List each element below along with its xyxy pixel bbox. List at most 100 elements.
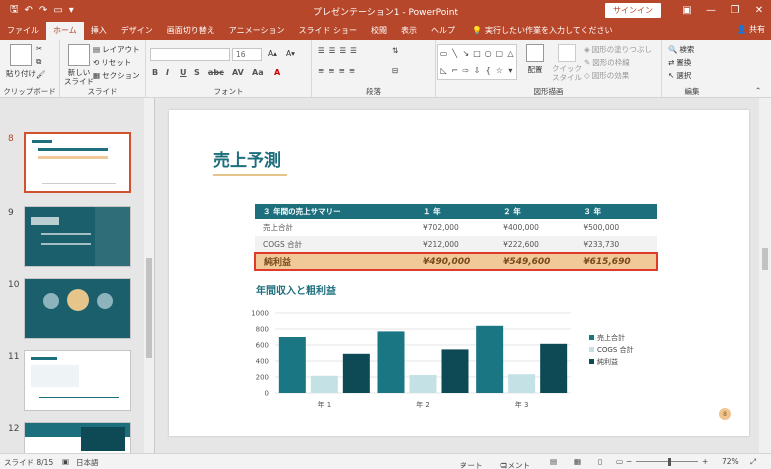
tab-home[interactable]: ホーム [46,22,84,40]
zoom-slider[interactable] [636,461,698,462]
down-arrow-icon[interactable]: ⇩ [474,66,481,75]
tab-view[interactable]: 表示 [394,22,424,40]
normal-view-icon[interactable]: ▤ [550,457,557,466]
zoom-out-icon[interactable]: − [626,457,632,466]
redo-icon[interactable]: ↷ [39,5,47,16]
thumbnail-scroll-thumb[interactable] [146,258,152,358]
tab-animations[interactable]: アニメーション [222,22,292,40]
reading-view-icon[interactable]: ▯ [598,457,602,466]
slide-thumb-9[interactable] [24,206,131,267]
close-icon[interactable]: ✕ [747,0,771,20]
ribbon-options-icon[interactable]: ▣ [675,0,699,20]
align-text-icon[interactable]: ⊟ [392,66,398,75]
quick-style-button[interactable]: クイック スタイル [552,44,582,82]
tab-design[interactable]: デザイン [114,22,160,40]
new-slide-button[interactable]: 新しい スライド [64,44,94,86]
shadow-icon[interactable]: S [194,68,200,77]
net-profit-row[interactable]: 純利益 ¥490,000 ¥549,600 ¥615,690 [254,252,658,271]
layout-button[interactable]: ▤ レイアウト [93,44,140,55]
tab-insert[interactable]: 挿入 [84,22,114,40]
editor-scroll-thumb[interactable] [762,248,768,270]
shapes-gallery[interactable]: ▭ ╲ ↘ □ ○ ▢ △ ◺ ⌐ ⇨ ⇩ { ☆ ▾ [437,44,517,80]
textbox-shape-icon[interactable]: ▭ [440,49,448,58]
triangle-shape-icon[interactable]: △ [507,49,513,58]
cut-icon[interactable]: ✂ [36,44,42,53]
replace-button[interactable]: ⇄ 置換 [668,57,691,68]
sorter-view-icon[interactable]: ▦ [574,457,581,466]
tab-review[interactable]: 校閲 [364,22,394,40]
tell-me-box[interactable]: 💡 実行したい作業を入力してください [462,22,613,40]
language-indicator[interactable]: 日本語 [76,457,99,468]
line-shape-icon[interactable]: ╲ [452,49,457,58]
slide-thumb-11[interactable] [24,350,131,411]
brace-shape-icon[interactable]: { [486,66,491,75]
rect-shape-icon[interactable]: □ [473,49,481,58]
current-slide[interactable]: 売上予測 ３ 年間の売上サマリー １ 年 ２ 年 ３ 年 売上合計 ¥702,0… [169,110,749,436]
slideshow-view-icon[interactable]: ▭ [616,457,623,466]
zoom-level[interactable]: 72% [722,457,739,466]
block-arrow-icon[interactable]: ⇨ [463,66,470,75]
copy-icon[interactable]: ⧉ [36,57,41,67]
new-slide-icon [68,44,90,66]
find-button[interactable]: 🔍 検索 [668,44,694,55]
select-button[interactable]: ↖ 選択 [668,70,691,81]
summary-table[interactable]: ３ 年間の売上サマリー １ 年 ２ 年 ３ 年 売上合計 ¥702,000 ¥4… [254,204,658,271]
more-shapes-icon[interactable]: ▾ [508,66,512,75]
tab-help[interactable]: ヘルプ [424,22,462,40]
thumbnail-scrollbar[interactable] [144,98,154,453]
italic-icon[interactable]: I [166,68,169,77]
font-color-icon[interactable]: A [274,68,280,77]
connector-shape-icon[interactable]: ⌐ [451,66,458,75]
collapse-ribbon-icon[interactable]: ⌃ [755,86,761,95]
undo-icon[interactable]: ↶ [25,5,33,16]
bold-icon[interactable]: B [152,68,158,77]
text-direction-icon[interactable]: ⇅ [392,46,398,55]
tab-transitions[interactable]: 画面切り替え [160,22,222,40]
save-icon[interactable]: 🖫 [10,2,19,19]
reset-button[interactable]: ⟲ リセット [93,57,131,68]
paste-button[interactable]: 貼り付け [6,44,36,79]
restore-icon[interactable]: ❐ [723,0,747,20]
slide-thumb-10[interactable] [24,278,131,339]
oval-shape-icon[interactable]: ○ [485,49,492,58]
shrink-font-icon[interactable]: A▾ [286,49,295,58]
underline-icon[interactable]: U [180,68,187,77]
zoom-slider-knob[interactable] [668,458,671,466]
slide-title[interactable]: 売上予測 [213,146,281,171]
strikethrough-icon[interactable]: abc [208,68,224,77]
bar-chart[interactable]: 0 200 400 600 800 1000 年 1 年 2 年 3 売上合計 COGS 合計純利益 [239,305,679,410]
slide-thumb-12[interactable] [24,422,131,453]
zoom-in-icon[interactable]: + [702,457,708,466]
section-button[interactable]: ▦ セクション [93,70,140,81]
roundrect-shape-icon[interactable]: ▢ [495,49,503,58]
editor-scrollbar[interactable] [759,98,771,453]
bar [409,375,437,393]
tab-slideshow[interactable]: スライド ショー [291,22,364,40]
thumb-avatar [43,293,59,309]
font-size-input[interactable]: 16 [232,48,262,61]
align-icons[interactable]: ≡≡≡≡ [318,66,359,75]
shape-outline-button[interactable]: ✎ 図形の枠線 [584,57,630,68]
grow-font-icon[interactable]: A▴ [268,49,277,58]
share-button[interactable]: 👤 共有 [736,24,765,35]
tab-file[interactable]: ファイル [0,22,46,40]
shape-fill-button[interactable]: ◈ 図形の塗りつぶし [584,44,652,55]
table-cell: ¥615,690 [575,252,658,271]
rtriangle-shape-icon[interactable]: ◺ [440,66,446,75]
spellcheck-icon[interactable]: ▣ [62,457,69,466]
star-shape-icon[interactable]: ☆ [496,66,503,75]
font-name-input[interactable] [150,48,230,61]
format-painter-icon[interactable]: 🖌 [36,70,46,79]
fit-slide-icon[interactable]: ⤢ [750,457,756,467]
char-spacing-icon[interactable]: AV [232,68,244,77]
arrange-button[interactable]: 配置 [526,44,544,75]
change-case-icon[interactable]: Aa [252,68,264,77]
slide-thumb-8[interactable] [24,132,131,193]
signin-button[interactable]: サインイン [605,3,661,18]
shape-effect-button[interactable]: ◇ 図形の効果 [584,70,629,81]
arrow-shape-icon[interactable]: ↘ [463,49,470,58]
customize-qat-icon[interactable]: ▾ [69,5,74,16]
list-icons[interactable]: ☰☰☰☰ [318,46,361,55]
minimize-icon[interactable]: — [699,0,723,20]
start-from-beginning-icon[interactable]: ▭ [53,5,62,16]
